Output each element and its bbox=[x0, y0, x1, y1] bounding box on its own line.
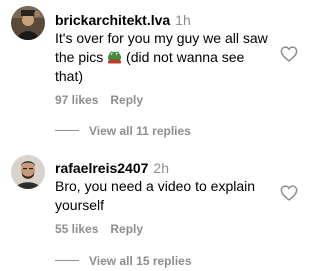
view-replies-button[interactable]: View all 15 replies bbox=[55, 254, 192, 268]
comment-actions: 55 likes Reply bbox=[55, 222, 143, 236]
like-count[interactable]: 55 likes bbox=[55, 222, 98, 236]
comment-header: rafaelreis2407 2h bbox=[55, 160, 169, 177]
divider-line bbox=[55, 130, 79, 132]
view-replies-label: View all 11 replies bbox=[89, 124, 191, 138]
username-link[interactable]: brickarchitekt.lva bbox=[55, 12, 170, 28]
avatar-man-beard-icon bbox=[11, 155, 45, 189]
avatar[interactable] bbox=[11, 6, 45, 40]
avatar[interactable] bbox=[11, 155, 45, 189]
like-count[interactable]: 97 likes bbox=[55, 93, 98, 107]
heart-outline-icon bbox=[280, 46, 298, 62]
comment-text: It's over for you my guy we all saw the … bbox=[55, 29, 270, 86]
like-button[interactable] bbox=[280, 185, 298, 201]
like-button[interactable] bbox=[280, 46, 298, 62]
comment-header: brickarchitekt.lva 1h bbox=[55, 12, 191, 29]
reply-button[interactable]: Reply bbox=[110, 93, 143, 107]
username-link[interactable]: rafaelreis2407 bbox=[55, 160, 148, 176]
reply-button[interactable]: Reply bbox=[110, 222, 143, 236]
view-replies-button[interactable]: View all 11 replies bbox=[55, 124, 191, 138]
avatar-dark-figure-icon bbox=[11, 6, 45, 40]
heart-outline-icon bbox=[280, 185, 298, 201]
comment-text: Bro, you need a video to explain yoursel… bbox=[55, 177, 270, 215]
comment-timestamp: 1h bbox=[175, 12, 191, 28]
comment-actions: 97 likes Reply bbox=[55, 93, 143, 107]
pepe-frog-emoji-icon bbox=[107, 49, 122, 64]
view-replies-label: View all 15 replies bbox=[89, 254, 192, 268]
comment-text-part: Bro, you need a video to explain yoursel… bbox=[55, 178, 256, 213]
divider-line bbox=[55, 260, 79, 262]
comment-timestamp: 2h bbox=[153, 160, 169, 176]
